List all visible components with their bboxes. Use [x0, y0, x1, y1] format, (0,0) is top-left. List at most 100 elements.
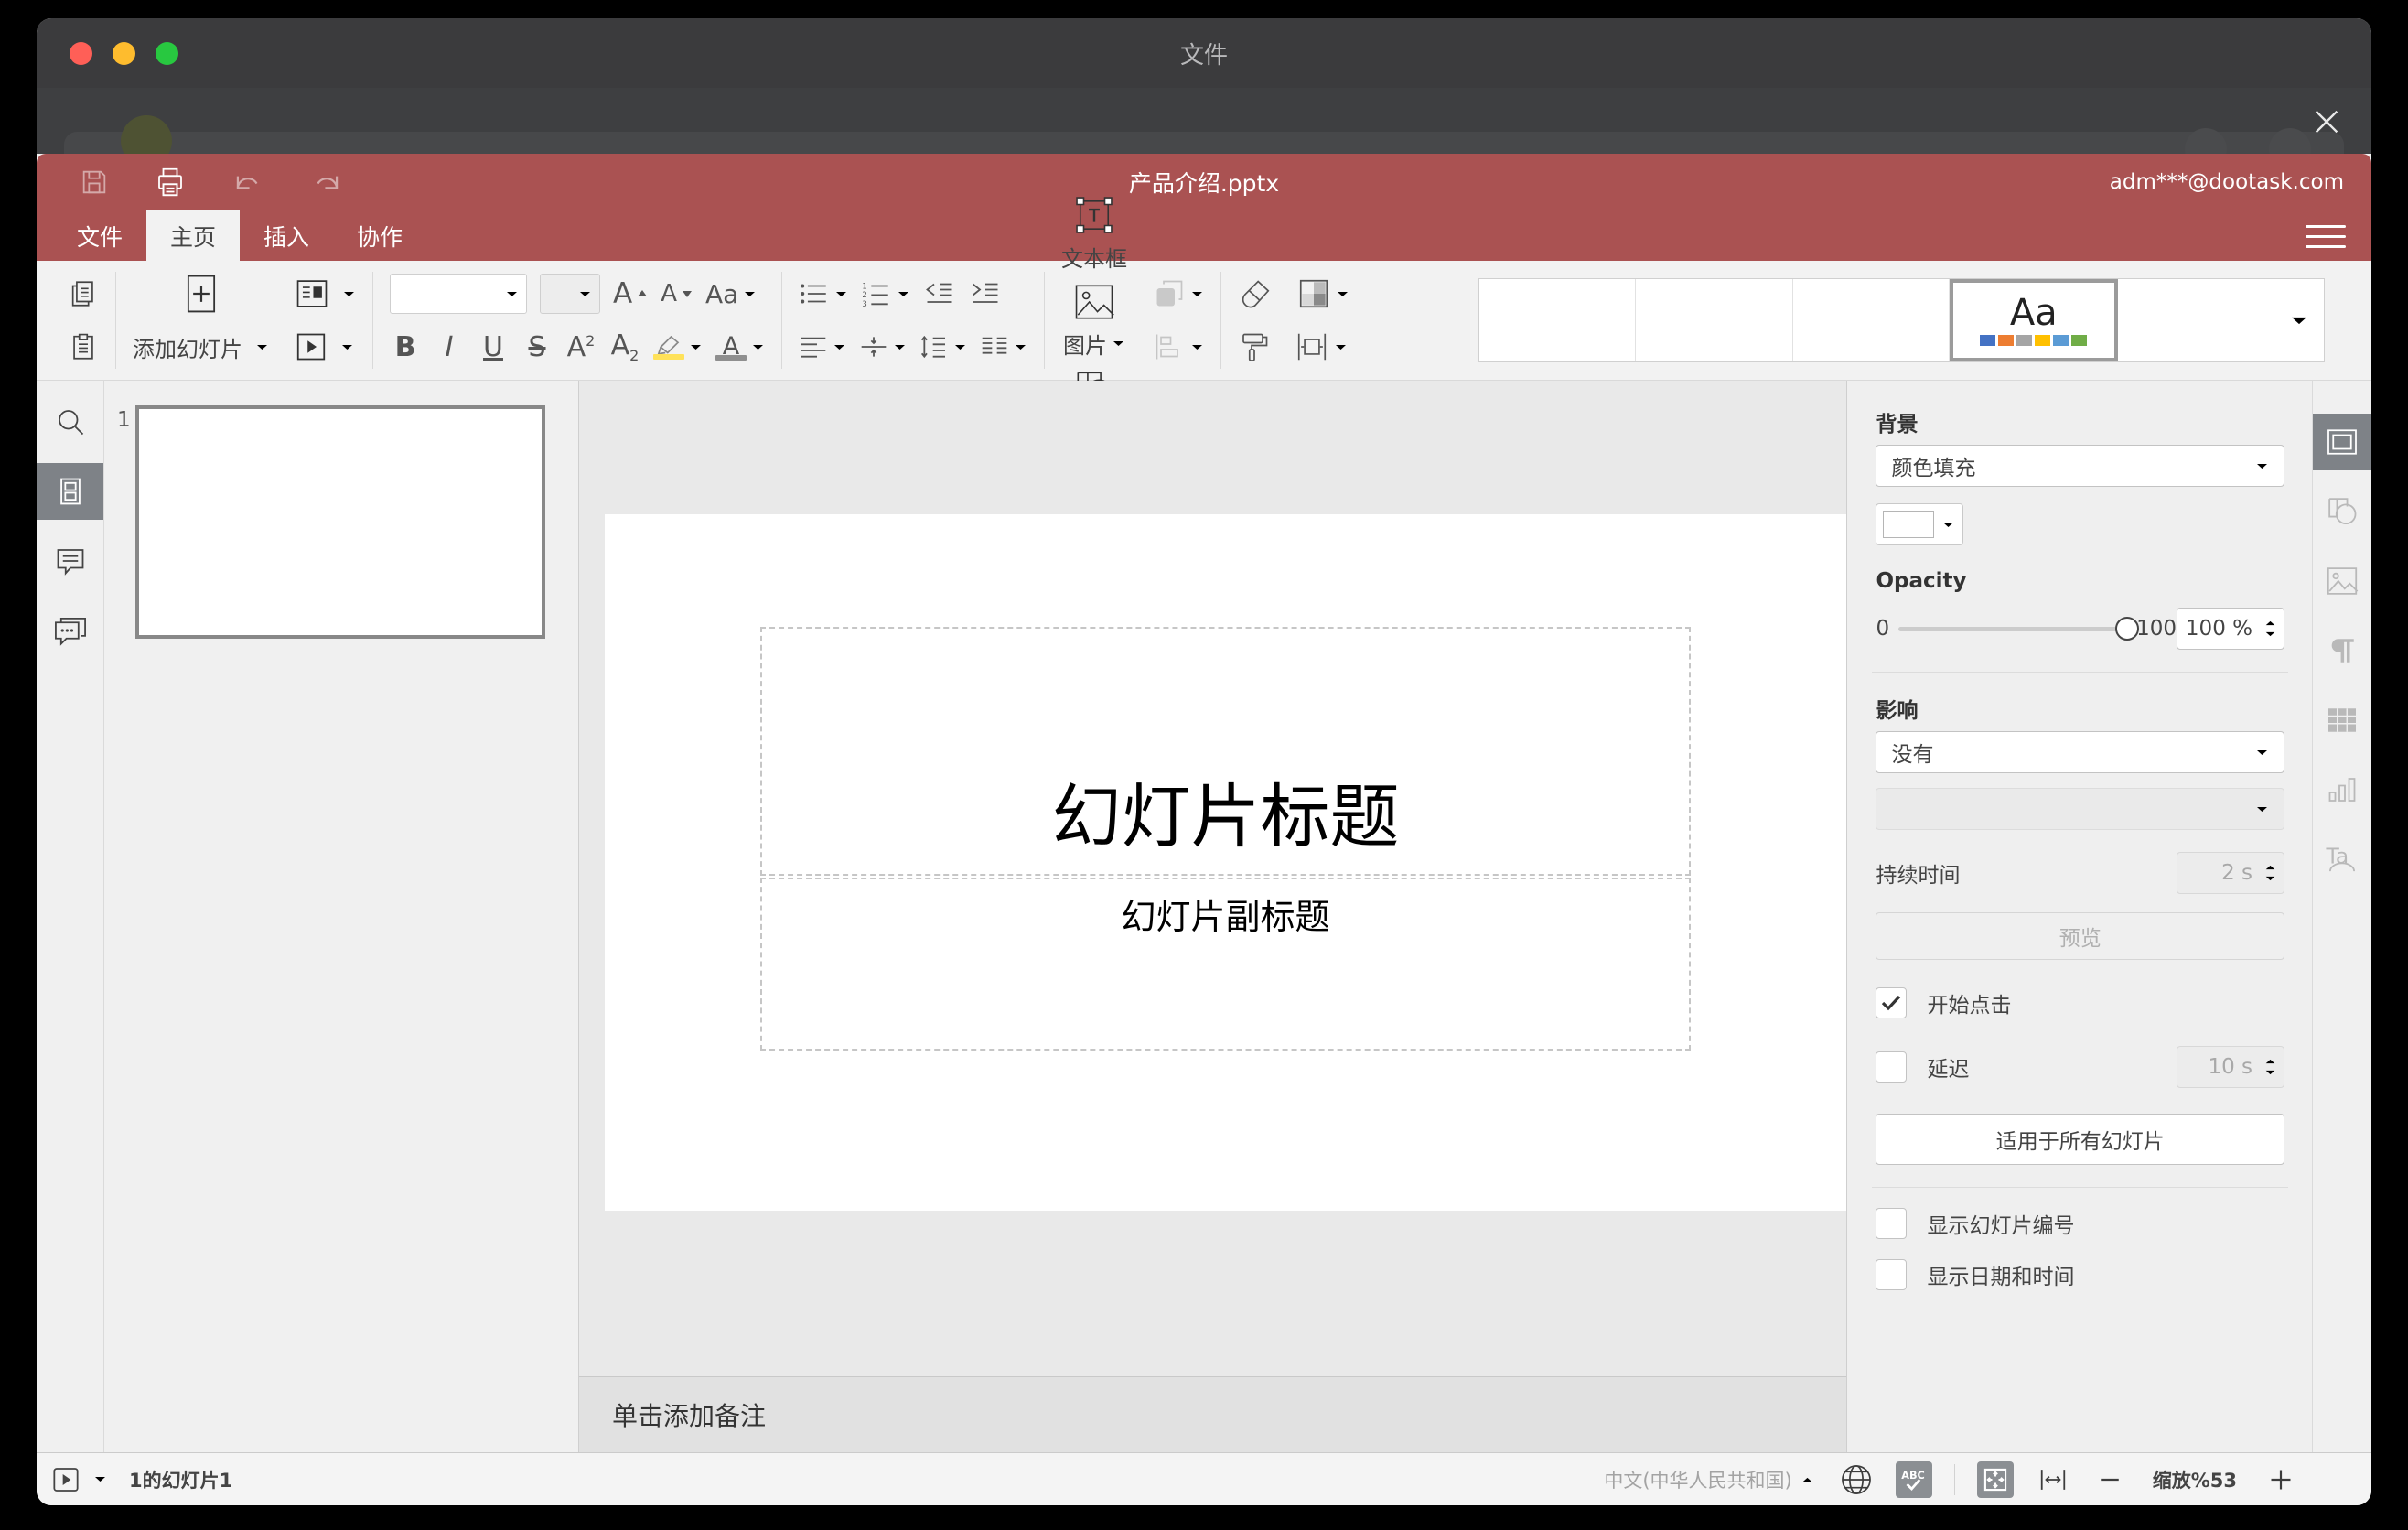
slider-thumb[interactable]: [2115, 617, 2140, 641]
clear-style-icon[interactable]: [1238, 277, 1273, 310]
slide-size-button[interactable]: [1295, 330, 1348, 363]
decrease-font-button[interactable]: A: [661, 280, 693, 307]
show-slide-number-checkbox[interactable]: [1876, 1208, 1908, 1239]
tab-home[interactable]: 主页: [146, 210, 241, 261]
slide-settings-button[interactable]: [2313, 414, 2371, 470]
comment-icon: [54, 544, 87, 577]
effect-option-select: [1876, 788, 2284, 830]
paragraph-settings-button[interactable]: [2313, 622, 2371, 679]
image-settings-button[interactable]: [2313, 553, 2371, 609]
paste-icon[interactable]: [68, 331, 99, 362]
theme-item-blank[interactable]: [1479, 279, 1637, 361]
spin-up-icon[interactable]: [2264, 620, 2276, 627]
font-color-button[interactable]: A: [715, 334, 765, 361]
slide-thumbnail-1[interactable]: [135, 405, 545, 639]
align-shape-button[interactable]: [1153, 331, 1204, 362]
textart-settings-button[interactable]: Ta: [2313, 831, 2371, 888]
subtitle-placeholder[interactable]: 幻灯片副标题: [760, 878, 1691, 1051]
italic-button[interactable]: I: [434, 331, 465, 363]
theme-item-blank[interactable]: [2118, 279, 2274, 361]
table-settings-button[interactable]: [2313, 692, 2371, 749]
increase-font-button[interactable]: A: [613, 277, 648, 310]
effect-select[interactable]: 没有: [1876, 731, 2284, 773]
theme-item-blank[interactable]: [1636, 279, 1793, 361]
document-language-button[interactable]: 中文(中华人民共和国): [1604, 1466, 1812, 1493]
copy-icon[interactable]: [68, 278, 99, 309]
apply-to-all-slides-button[interactable]: 适用于所有幻灯片: [1876, 1114, 2284, 1165]
zoom-out-icon[interactable]: [2098, 1468, 2122, 1492]
chevron-down-icon[interactable]: [255, 343, 269, 351]
subscript-button[interactable]: A2: [609, 329, 640, 364]
chevron-down-icon[interactable]: [342, 290, 356, 298]
slide-subtitle-text[interactable]: 幻灯片副标题: [1121, 889, 1329, 939]
start-slideshow-icon[interactable]: [295, 331, 328, 362]
chart-settings-button[interactable]: [2313, 761, 2371, 818]
close-editor-button[interactable]: [2306, 101, 2348, 143]
numbered-list-button[interactable]: 123: [861, 280, 910, 307]
slides-panel-button[interactable]: [37, 463, 103, 520]
font-size-combo[interactable]: [540, 274, 600, 314]
color-scheme-button[interactable]: [1296, 276, 1349, 311]
theme-color-swatches: [1980, 335, 2088, 346]
fit-to-width-icon[interactable]: [2037, 1466, 2069, 1493]
shape-settings-button[interactable]: [2313, 483, 2371, 540]
set-language-globe-icon[interactable]: [1839, 1462, 1874, 1497]
change-case-button[interactable]: Aa: [705, 279, 757, 309]
bullet-list-button[interactable]: [799, 280, 848, 307]
horizontal-align-button[interactable]: [799, 333, 846, 361]
chat-panel-button[interactable]: [37, 602, 103, 659]
superscript-button[interactable]: A2: [565, 331, 597, 363]
gallery-expand-button[interactable]: [2274, 279, 2324, 361]
arrange-shape-button[interactable]: [1153, 277, 1204, 310]
chevron-down-icon: [953, 343, 967, 351]
insert-image-button[interactable]: 图片: [1061, 282, 1127, 360]
decrease-indent-icon[interactable]: [923, 280, 956, 307]
start-slideshow-statusbar-icon[interactable]: [51, 1466, 81, 1493]
title-placeholder[interactable]: 幻灯片标题: [760, 627, 1691, 876]
chevron-down-icon[interactable]: [340, 343, 354, 351]
font-name-combo[interactable]: [390, 274, 527, 314]
theme-item-blank[interactable]: [1793, 279, 1950, 361]
slide-layout-icon[interactable]: [295, 278, 329, 309]
tab-insert[interactable]: 插入: [240, 210, 333, 261]
fit-to-slide-button[interactable]: [1976, 1460, 2014, 1498]
svg-text:Ta: Ta: [2325, 843, 2349, 868]
comments-panel-button[interactable]: [37, 533, 103, 589]
background-color-button[interactable]: [1876, 503, 1964, 545]
line-spacing-button[interactable]: [919, 333, 967, 361]
spin-down-icon[interactable]: [2264, 630, 2276, 638]
add-slide-label[interactable]: 添加幻灯片: [133, 331, 242, 363]
highlight-color-button[interactable]: [653, 334, 703, 360]
opacity-spinner[interactable]: 100 %: [2177, 608, 2284, 650]
insert-textbox-button[interactable]: 文本框: [1061, 195, 1127, 273]
chevron-down-icon: [833, 343, 846, 351]
zoom-in-icon[interactable]: [2268, 1467, 2294, 1492]
menu-hamburger-button[interactable]: [2306, 220, 2346, 253]
increase-indent-icon[interactable]: [969, 280, 1002, 307]
start-on-click-checkbox[interactable]: [1876, 987, 1908, 1018]
columns-button[interactable]: [980, 333, 1027, 361]
vertical-align-button[interactable]: [859, 333, 907, 361]
tab-collaboration[interactable]: 协作: [333, 210, 426, 261]
strikeout-button[interactable]: S: [521, 331, 553, 363]
slide-page[interactable]: 幻灯片标题 幻灯片副标题: [605, 514, 1846, 1211]
theme-item-selected[interactable]: Aa: [1949, 279, 2118, 361]
notes-area[interactable]: 单击添加备注: [579, 1376, 1847, 1452]
bold-button[interactable]: B: [390, 331, 421, 363]
zoom-level-label[interactable]: 缩放%53: [2153, 1466, 2237, 1493]
fill-type-select[interactable]: 颜色填充: [1876, 445, 2284, 487]
copy-style-icon[interactable]: [1238, 330, 1271, 363]
opacity-slider[interactable]: [1898, 617, 2140, 641]
tab-file[interactable]: 文件: [53, 210, 146, 261]
delay-checkbox[interactable]: [1876, 1051, 1908, 1083]
show-date-time-checkbox[interactable]: [1876, 1259, 1908, 1290]
add-slide-icon[interactable]: [183, 273, 220, 315]
slide-editor-canvas[interactable]: 幻灯片标题 幻灯片副标题: [579, 381, 1847, 1376]
chevron-down-icon[interactable]: [93, 1475, 107, 1483]
notes-placeholder[interactable]: 单击添加备注: [612, 1396, 766, 1433]
spellcheck-toggle[interactable]: ABC: [1895, 1460, 1932, 1498]
slide-title-text[interactable]: 幻灯片标题: [1052, 760, 1400, 861]
search-panel-button[interactable]: [37, 393, 103, 450]
underline-button[interactable]: U: [478, 331, 509, 363]
spin-up-icon: [2264, 1058, 2276, 1065]
